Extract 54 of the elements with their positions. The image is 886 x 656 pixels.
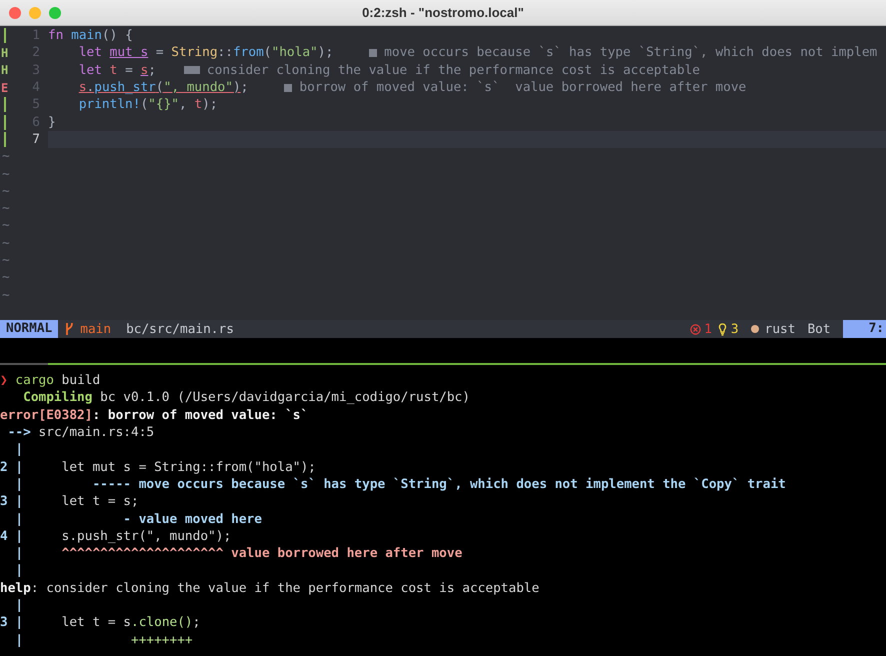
mode-indicator: NORMAL bbox=[0, 320, 58, 338]
filetype-icon bbox=[750, 325, 759, 333]
maximize-icon[interactable] bbox=[49, 6, 61, 18]
terminal-line: | bbox=[14, 442, 24, 458]
code-line: } bbox=[48, 114, 56, 130]
empty-line-marker: ~ bbox=[1, 288, 10, 303]
hint-sign: H bbox=[0, 63, 8, 78]
hint-count: 3 bbox=[730, 322, 739, 336]
git-branch-icon bbox=[65, 322, 74, 336]
filetype: rust bbox=[764, 322, 796, 336]
empty-line-marker: ~ bbox=[1, 149, 10, 164]
empty-line-marker: ~ bbox=[1, 184, 10, 199]
minimize-icon[interactable] bbox=[29, 6, 41, 18]
empty-line-marker: ~ bbox=[1, 253, 10, 268]
line-number: 7 bbox=[31, 132, 40, 147]
error-sign: E bbox=[0, 80, 8, 95]
empty-line-marker: ~ bbox=[1, 218, 10, 234]
terminal-line: 3 | let t = s; bbox=[0, 494, 139, 510]
error-count: 1 bbox=[704, 322, 712, 336]
file-path: bc/src/main.rs bbox=[126, 322, 234, 336]
close-icon[interactable] bbox=[9, 6, 21, 18]
empty-line-marker: ~ bbox=[1, 236, 10, 251]
terminal-line: help: consider cloning the value if the performance cost is acceptable bbox=[0, 580, 540, 596]
terminal-line: | ----- move occurs because `s` has type `String`, which does not implement the `Copy` trait bbox=[14, 476, 786, 492]
terminal-line: | ++++++++ bbox=[14, 632, 193, 648]
cursor-position: 7: bbox=[842, 320, 886, 338]
lightbulb-icon bbox=[718, 322, 727, 336]
empty-line-marker: ~ bbox=[1, 270, 10, 286]
hint-sign: H bbox=[0, 46, 8, 60]
terminal-line: error[E0382]: borrow of moved value: `s` bbox=[0, 408, 308, 423]
terminal-line: Compiling bc v0.1.0 (/Users/davidgarcia/mi_codigo/rust/bc) bbox=[22, 390, 470, 406]
error-icon bbox=[690, 324, 702, 334]
terminal-line: | - value moved here bbox=[14, 512, 262, 527]
code-line: let mut s = String::from("hola"); bbox=[78, 45, 334, 60]
diagnostic-text: consider cloning the value if the performance cost is acceptable bbox=[206, 62, 700, 78]
empty-line-marker: ~ bbox=[1, 166, 10, 182]
code-line: s.push_str(", mundo"); bbox=[78, 80, 248, 96]
window-title: 0:2:zsh - "nostromo.local" bbox=[362, 5, 524, 20]
terminal-line: | ^^^^^^^^^^^^^^^^^^^^^ value borrowed here after move bbox=[14, 546, 462, 562]
scroll-position: Bot bbox=[807, 322, 831, 336]
branch-name: main bbox=[80, 322, 112, 336]
diagnostic-text: borrow of moved value: `s` value borrowed here after move bbox=[299, 80, 746, 96]
code-line: println!("{}", t); bbox=[78, 97, 218, 112]
code-line: fn main() { bbox=[48, 28, 133, 44]
code-line: let t = s; bbox=[78, 62, 156, 78]
terminal-line: 4 | s.push_str(", mundo"); bbox=[0, 528, 232, 544]
terminal-line: 3 | let t = s.clone(); bbox=[0, 615, 200, 630]
terminal-line: | bbox=[14, 563, 24, 578]
diagnostic-text: move occurs because `s` has type `String`, which does not implem bbox=[384, 45, 878, 60]
terminal-line: | bbox=[14, 598, 24, 613]
terminal-line: 2 | let mut s = String::from("hola"); bbox=[0, 460, 316, 475]
terminal-line: ❯ cargo build bbox=[0, 373, 100, 388]
empty-line-marker: ~ bbox=[1, 201, 10, 216]
terminal-line: --> src/main.rs:4:5 bbox=[6, 425, 154, 440]
